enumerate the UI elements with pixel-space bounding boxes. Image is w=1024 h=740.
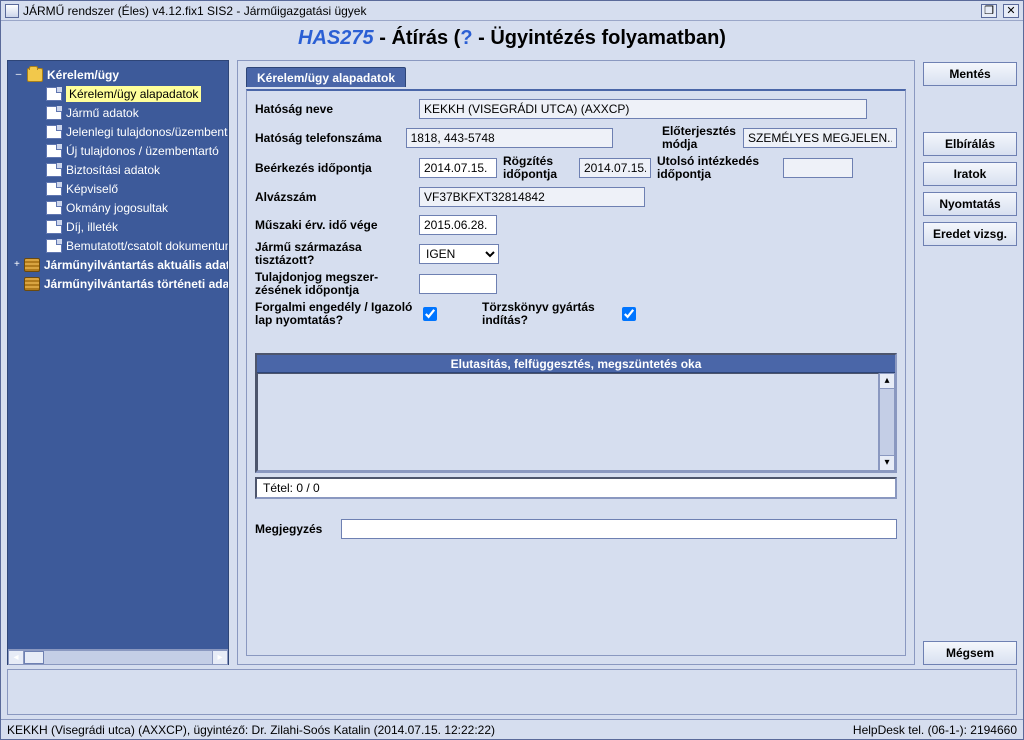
status-bar: KEKKH (Visegrádi utca) (AXXCP), ügyintéz… bbox=[1, 719, 1023, 739]
expand-icon[interactable]: + bbox=[14, 259, 20, 270]
label-megjegyzes: Megjegyzés bbox=[255, 523, 335, 536]
scroll-track[interactable] bbox=[24, 650, 212, 665]
tree-item-biztositas[interactable]: Biztosítási adatok bbox=[8, 160, 228, 179]
label-hatosag-neve: Hatóság neve bbox=[255, 103, 413, 116]
tree-item-nyilv-torteneti[interactable]: + Járműnyilvántartás történeti adatai bbox=[8, 274, 228, 293]
label-torzskonyv: Törzskönyv gyártás indítás? bbox=[482, 301, 612, 327]
scroll-right-icon[interactable]: ▸ bbox=[212, 650, 228, 665]
page-header: HAS275 - Átírás (? - Ügyintézés folyamat… bbox=[1, 21, 1023, 60]
reason-panel: Elutasítás, felfüggesztés, megszüntetés … bbox=[255, 353, 897, 473]
scroll-left-icon[interactable]: ◂ bbox=[8, 650, 24, 665]
tree-item-kepviselo[interactable]: Képviselő bbox=[8, 179, 228, 198]
document-icon bbox=[46, 144, 62, 158]
label-hatosag-tel: Hatóság telefonszáma bbox=[255, 132, 400, 145]
elbiralas-button[interactable]: Elbírálás bbox=[923, 132, 1017, 156]
save-button[interactable]: Mentés bbox=[923, 62, 1017, 86]
label-eloterjesztes: Előterjesztés módja bbox=[662, 125, 737, 151]
document-icon bbox=[46, 201, 62, 215]
label-forgalmi: Forgalmi engedély / Igazoló lap nyomtatá… bbox=[255, 301, 413, 327]
scroll-down-icon[interactable]: ▾ bbox=[879, 455, 895, 471]
tree-item-alapadatok[interactable]: Kérelem/ügy alapadatok bbox=[8, 84, 228, 103]
label-beerkezes: Beérkezés időpontja bbox=[255, 162, 413, 175]
status-left: KEKKH (Visegrádi utca) (AXXCP), ügyintéz… bbox=[7, 723, 495, 737]
tree-item-jarmu[interactable]: Jármű adatok bbox=[8, 103, 228, 122]
reason-v-scrollbar[interactable]: ▴ ▾ bbox=[879, 373, 895, 471]
checkbox-torzskonyv[interactable] bbox=[622, 307, 636, 321]
form-body: Hatóság neve Hatóság telefonszáma Előter… bbox=[246, 89, 906, 656]
close-button[interactable]: ✕ bbox=[1003, 4, 1019, 18]
eredet-button[interactable]: Eredet vizsg. bbox=[923, 222, 1017, 246]
stack-icon bbox=[24, 277, 40, 291]
field-rogzites[interactable] bbox=[579, 158, 651, 178]
maximize-button[interactable]: ❐ bbox=[981, 4, 997, 18]
folder-icon bbox=[27, 68, 43, 82]
field-hatosag-tel[interactable] bbox=[406, 128, 614, 148]
document-icon bbox=[46, 106, 62, 120]
field-tulajdonjog[interactable] bbox=[419, 274, 497, 294]
label-tulajdonjog: Tulajdonjog megszer-zésének időpontja bbox=[255, 271, 413, 297]
scroll-up-icon[interactable]: ▴ bbox=[879, 373, 895, 389]
label-utolso: Utolsó intézkedés időpontja bbox=[657, 155, 777, 181]
document-icon bbox=[46, 163, 62, 177]
help-question-icon[interactable]: ? bbox=[460, 27, 472, 49]
field-eloterjesztes[interactable] bbox=[743, 128, 897, 148]
field-muszaki[interactable] bbox=[419, 215, 497, 235]
field-megjegyzes[interactable] bbox=[341, 519, 897, 539]
action-buttons: Mentés Elbírálás Iratok Nyomtatás Eredet… bbox=[923, 60, 1017, 665]
document-icon bbox=[46, 182, 62, 196]
app-window: JÁRMŰ rendszer (Éles) v4.12.fix1 SIS2 - … bbox=[0, 0, 1024, 740]
status-right: HelpDesk tel. (06-1-): 2194660 bbox=[853, 723, 1017, 737]
cancel-button[interactable]: Mégsem bbox=[923, 641, 1017, 665]
nav-tree: – Kérelem/ügy Kérelem/ügy alapadatok Jár… bbox=[7, 60, 229, 665]
stack-icon bbox=[24, 258, 40, 272]
case-code: HAS275 bbox=[298, 27, 374, 49]
label-rogzites: Rögzítés időpontja bbox=[503, 155, 573, 181]
tree-item-okmany[interactable]: Okmány jogosultak bbox=[8, 198, 228, 217]
tab-alapadatok[interactable]: Kérelem/ügy alapadatok bbox=[246, 67, 406, 87]
select-szarmazas[interactable]: IGEN bbox=[419, 244, 499, 264]
reason-counter: Tétel: 0 / 0 bbox=[255, 477, 897, 499]
tree-item-jelenlegi[interactable]: Jelenlegi tulajdonos/üzembentartó bbox=[8, 122, 228, 141]
field-utolso[interactable] bbox=[783, 158, 853, 178]
checkbox-forgalmi[interactable] bbox=[423, 307, 437, 321]
nyomtatas-button[interactable]: Nyomtatás bbox=[923, 192, 1017, 216]
label-alvazszam: Alvázszám bbox=[255, 191, 413, 204]
document-icon bbox=[46, 239, 62, 253]
system-menu-icon[interactable] bbox=[5, 4, 19, 18]
field-beerkezes[interactable] bbox=[419, 158, 497, 178]
tab-strip: Kérelem/ügy alapadatok bbox=[246, 67, 906, 87]
tree-item-nyilv-aktualis[interactable]: + Járműnyilvántartás aktuális adatai bbox=[8, 255, 228, 274]
field-alvazszam[interactable] bbox=[419, 187, 645, 207]
label-muszaki: Műszaki érv. idő vége bbox=[255, 219, 413, 232]
reason-list[interactable] bbox=[257, 373, 879, 471]
body: – Kérelem/ügy Kérelem/ügy alapadatok Jár… bbox=[1, 60, 1023, 665]
document-icon bbox=[46, 125, 62, 139]
label-szarmazas: Jármű származása tisztázott? bbox=[255, 241, 413, 267]
tree-item-uj[interactable]: Új tulajdonos / üzembentartó bbox=[8, 141, 228, 160]
field-hatosag-neve[interactable] bbox=[419, 99, 867, 119]
document-icon bbox=[46, 220, 62, 234]
iratok-button[interactable]: Iratok bbox=[923, 162, 1017, 186]
scroll-track[interactable] bbox=[879, 389, 895, 455]
document-icon bbox=[46, 87, 62, 101]
tree-root-kerelem[interactable]: – Kérelem/ügy bbox=[8, 65, 228, 84]
scroll-thumb[interactable] bbox=[24, 651, 44, 664]
tree-item-dokumentumok[interactable]: Bemutatott/csatolt dokumentumok bbox=[8, 236, 228, 255]
reason-header: Elutasítás, felfüggesztés, megszüntetés … bbox=[257, 355, 895, 373]
tree-h-scrollbar[interactable]: ◂ ▸ bbox=[8, 649, 228, 665]
nav-tree-scroll[interactable]: – Kérelem/ügy Kérelem/ügy alapadatok Jár… bbox=[8, 61, 228, 649]
bottom-panel bbox=[7, 669, 1017, 715]
collapse-icon[interactable]: – bbox=[14, 69, 23, 80]
tree-item-dij[interactable]: Díj, illeték bbox=[8, 217, 228, 236]
titlebar: JÁRMŰ rendszer (Éles) v4.12.fix1 SIS2 - … bbox=[1, 1, 1023, 21]
form-panel: Kérelem/ügy alapadatok Hatóság neve Ható… bbox=[237, 60, 915, 665]
window-title: JÁRMŰ rendszer (Éles) v4.12.fix1 SIS2 - … bbox=[23, 4, 975, 18]
